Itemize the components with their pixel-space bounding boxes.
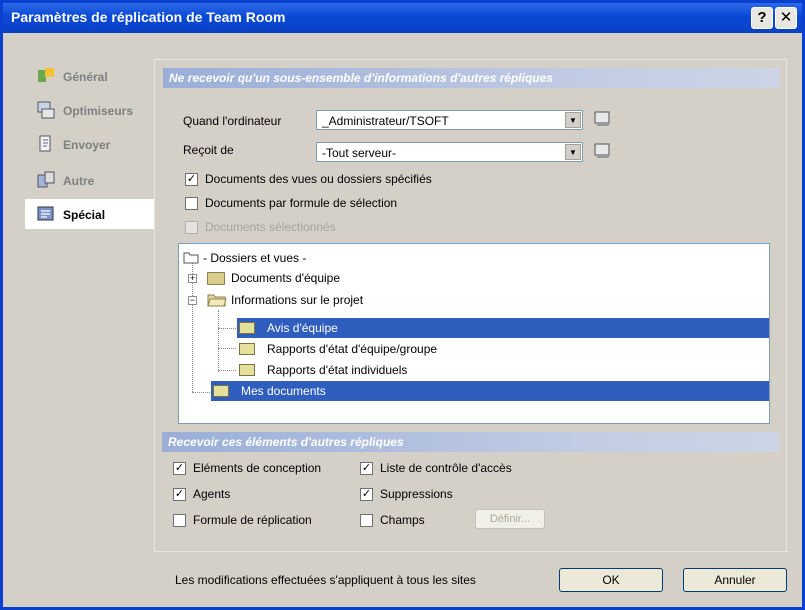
- sidebar-item-label: Autre: [63, 174, 95, 188]
- tree-node-project-info[interactable]: − Informations sur le projet: [181, 290, 581, 310]
- title-bar[interactable]: Paramètres de réplication de Team Room ?…: [3, 3, 802, 33]
- agents-checkbox[interactable]: ✓: [173, 488, 186, 501]
- when-computer-combo[interactable]: _Administrateur/TSOFT ▼: [316, 110, 583, 130]
- collapse-icon[interactable]: −: [188, 296, 197, 305]
- sidebar-item-general[interactable]: Général: [25, 61, 153, 91]
- sidebar-item-send[interactable]: Envoyer: [25, 129, 153, 159]
- tree-node-individual-status-reports[interactable]: Rapports d'état individuels: [237, 360, 637, 380]
- define-button[interactable]: Définir...: [475, 509, 545, 529]
- tree-node-label: Avis d'équipe: [267, 321, 338, 335]
- tree-connector: [218, 328, 236, 329]
- sidebar-item-label: Spécial: [63, 208, 106, 222]
- address-book-icon[interactable]: [594, 111, 612, 127]
- when-computer-label: Quand l'ordinateur: [183, 114, 282, 128]
- receive-from-combo[interactable]: -Tout serveur- ▼: [316, 142, 583, 162]
- selected-documents-label: Documents sélectionnés: [205, 220, 336, 234]
- tree-node-label: Documents d'équipe: [231, 271, 341, 285]
- sidebar-item-optimizers[interactable]: Optimiseurs: [25, 95, 153, 125]
- views-folders-checkbox[interactable]: ✓: [185, 173, 198, 186]
- view-icon: [213, 385, 229, 397]
- tree-node-label: Rapports d'état d'équipe/groupe: [267, 342, 438, 356]
- window-title: Paramètres de réplication de Team Room: [11, 9, 286, 25]
- folder-open-icon: [207, 294, 227, 307]
- tree-node-root[interactable]: - Dossiers et vues -: [181, 248, 581, 268]
- when-computer-value: _Administrateur/TSOFT: [322, 114, 449, 128]
- footer-note: Les modifications effectuées s'appliquen…: [175, 573, 476, 587]
- tree-node-team-notices[interactable]: Avis d'équipe: [237, 318, 769, 338]
- tree-connector: [218, 310, 219, 372]
- sidebar-nav: Général Optimiseurs Envoyer Autre Spécia…: [25, 59, 161, 233]
- tree-connector: [218, 348, 236, 349]
- tree-node-label: Informations sur le projet: [231, 293, 364, 307]
- cancel-button[interactable]: Annuler: [683, 568, 787, 592]
- ok-button[interactable]: OK: [559, 568, 663, 592]
- chevron-down-icon[interactable]: ▼: [565, 112, 581, 128]
- tree-node-label: Mes documents: [241, 384, 326, 398]
- folder-open-icon: [183, 252, 199, 264]
- replication-formula-checkbox[interactable]: [173, 514, 186, 527]
- other-icon: [37, 171, 55, 188]
- design-elements-checkbox[interactable]: ✓: [173, 462, 186, 475]
- view-icon: [239, 364, 255, 376]
- design-elements-label: Eléments de conception: [193, 461, 322, 475]
- sidebar-item-other[interactable]: Autre: [25, 165, 153, 195]
- deletions-label: Suppressions: [380, 487, 453, 501]
- tree-connector: [192, 392, 212, 393]
- tree-node-label: - Dossiers et vues -: [203, 251, 307, 265]
- folder-icon: [207, 272, 225, 285]
- send-icon: [39, 135, 51, 152]
- selection-formula-checkbox[interactable]: [185, 197, 198, 210]
- views-folders-label: Documents des vues ou dossiers spécifiés: [205, 172, 432, 186]
- help-button[interactable]: ?: [751, 7, 773, 29]
- sidebar-item-label: Général: [63, 70, 108, 84]
- receive-from-value: -Tout serveur-: [322, 146, 397, 160]
- selection-formula-label: Documents par formule de sélection: [205, 196, 398, 210]
- tree-connector: [218, 370, 236, 371]
- acl-label: Liste de contrôle d'accès: [380, 461, 512, 475]
- deletions-checkbox[interactable]: ✓: [360, 488, 373, 501]
- view-icon: [239, 343, 255, 355]
- receive-from-label: Reçoit de: [183, 143, 234, 157]
- view-icon: [239, 322, 255, 334]
- sidebar-item-special[interactable]: Spécial: [25, 199, 161, 229]
- expand-icon[interactable]: +: [188, 274, 197, 283]
- tree-node-team-status-reports[interactable]: Rapports d'état d'équipe/groupe: [237, 339, 637, 359]
- subset-section-header: Ne recevoir qu'un sous-ensemble d'inform…: [163, 68, 780, 88]
- optimizers-icon: [37, 101, 55, 119]
- replication-formula-label: Formule de réplication: [193, 513, 312, 527]
- special-icon: [37, 206, 54, 221]
- agents-label: Agents: [193, 487, 231, 501]
- elements-section-header: Recevoir ces éléments d'autres répliques: [162, 432, 779, 452]
- close-button[interactable]: ✕: [775, 7, 797, 29]
- sidebar-item-label: Optimiseurs: [63, 104, 134, 118]
- replication-settings-dialog: Paramètres de réplication de Team Room ?…: [0, 0, 805, 610]
- folders-views-tree[interactable]: - Dossiers et vues - + Documents d'équip…: [178, 243, 770, 424]
- address-book-icon[interactable]: [594, 143, 612, 159]
- chevron-down-icon[interactable]: ▼: [565, 144, 581, 160]
- tree-node-label: Rapports d'état individuels: [267, 363, 408, 377]
- fields-checkbox[interactable]: [360, 514, 373, 527]
- selected-documents-checkbox[interactable]: [185, 221, 198, 234]
- tree-node-my-documents[interactable]: Mes documents: [211, 381, 769, 401]
- acl-checkbox[interactable]: ✓: [360, 462, 373, 475]
- sidebar-item-label: Envoyer: [63, 138, 111, 152]
- tree-node-team-documents[interactable]: + Documents d'équipe: [181, 268, 581, 288]
- fields-label: Champs: [380, 513, 425, 527]
- general-icon: [38, 68, 54, 82]
